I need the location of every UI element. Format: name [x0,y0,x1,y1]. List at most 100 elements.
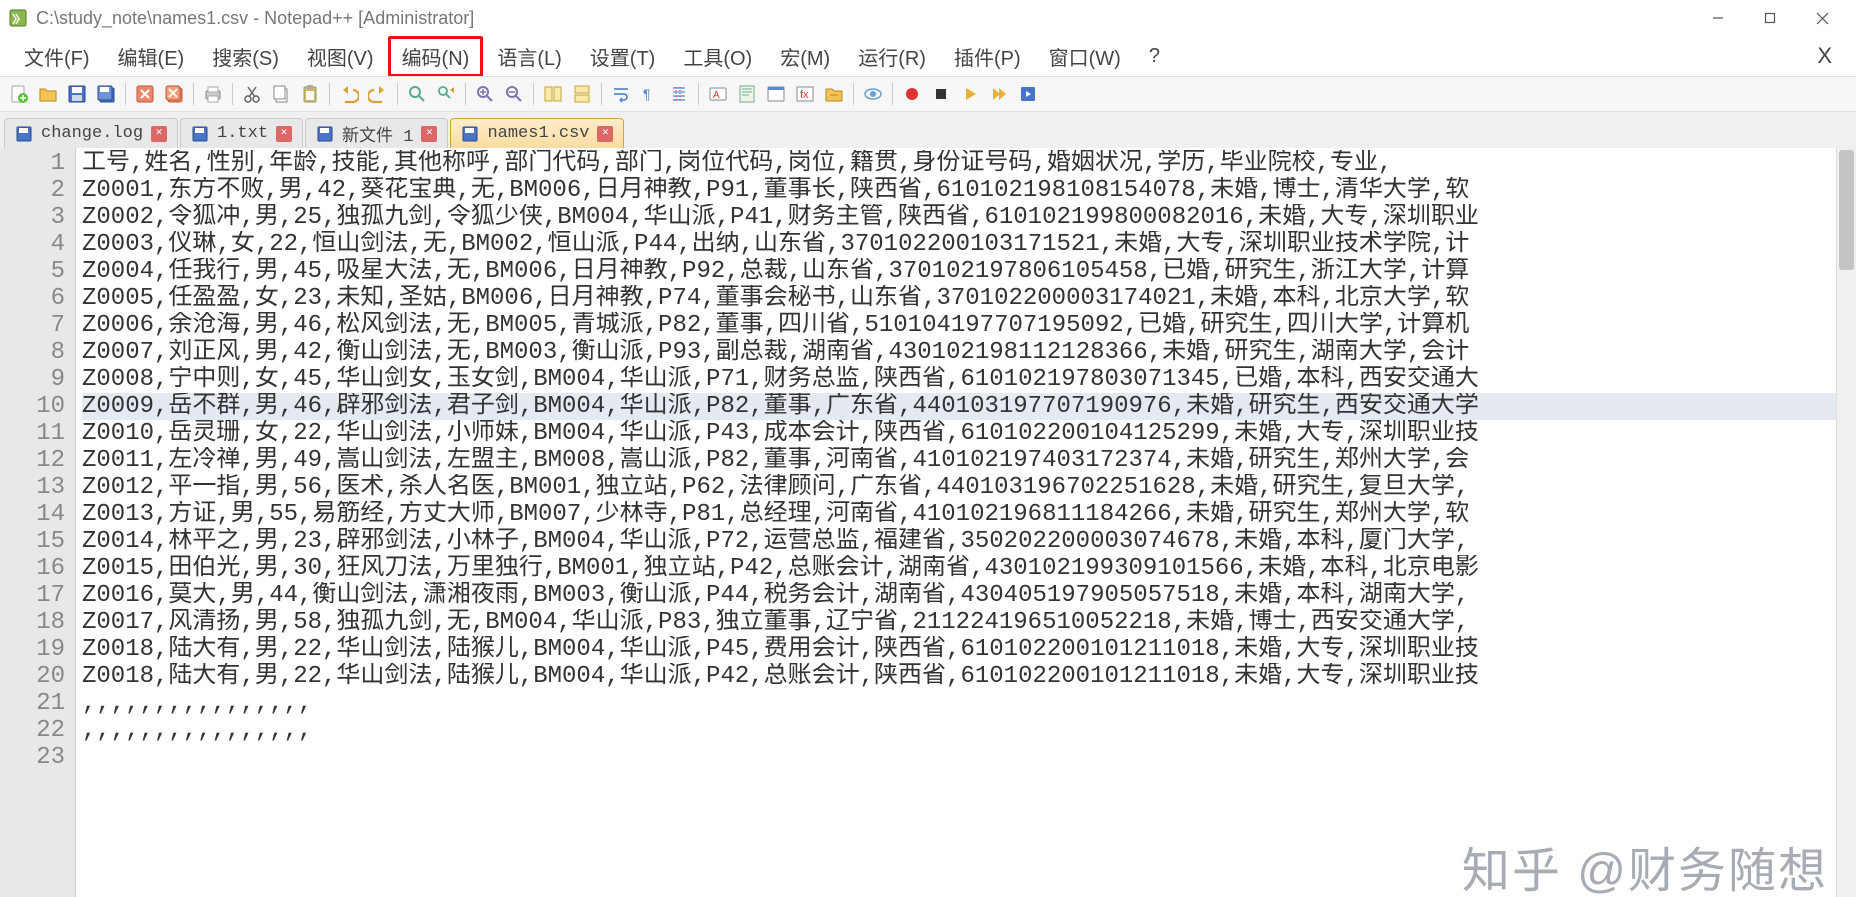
disk-icon [15,125,33,143]
code-line[interactable]: Z0018,陆大有,男,22,华山剑法,陆猴儿,BM004,华山派,P42,总账… [82,663,1856,690]
menu-window[interactable]: 窗口(W) [1035,36,1135,77]
code-line[interactable]: Z0014,林平之,男,23,辟邪剑法,小林子,BM004,华山派,P72,运营… [82,528,1856,555]
code-line[interactable]: 工号,姓名,性别,年龄,技能,其他称呼,部门代码,部门,岗位代码,岗位,籍贯,身… [82,150,1856,177]
monitor-button[interactable] [860,81,886,107]
disk-icon [191,125,209,143]
tab--1[interactable]: 新文件 1 ✕ [305,118,448,148]
title-bar[interactable]: C:\study_note\names1.csv - Notepad++ [Ad… [0,0,1856,36]
code-line[interactable]: Z0005,任盈盈,女,23,未知,圣姑,BM006,日月神教,P74,董事会秘… [82,285,1856,312]
disk-icon [461,125,479,143]
sync-v-button[interactable] [540,81,566,107]
paste-button[interactable] [297,81,323,107]
svg-text:fx: fx [800,89,809,101]
tab-label: 新文件 1 [342,121,413,147]
save-macro-button[interactable] [1015,81,1041,107]
zoom-in-button[interactable] [472,81,498,107]
sync-h-button[interactable] [569,81,595,107]
code-line[interactable]: Z0009,岳不群,男,46,辟邪剑法,君子剑,BM004,华山派,P82,董事… [82,393,1856,420]
svg-text:A: A [713,90,720,101]
code-line[interactable]: Z0006,余沧海,男,46,松风剑法,无,BM005,青城派,P82,董事,四… [82,312,1856,339]
disk-icon [316,125,334,143]
minimize-button[interactable] [1692,0,1744,36]
save-all-button[interactable] [93,81,119,107]
code-line[interactable]: ,,,,,,,,,,,,,,,, [82,717,1856,744]
stop-macro-button[interactable] [928,81,954,107]
tab-names1-csv[interactable]: names1.csv ✕ [450,118,624,148]
zoom-out-button[interactable] [501,81,527,107]
code-line[interactable]: Z0016,莫大,男,44,衡山剑法,潇湘夜雨,BM003,衡山派,P44,税务… [82,582,1856,609]
close-file-button[interactable] [132,81,158,107]
tab-label: change.log [41,124,143,143]
scrollbar-thumb[interactable] [1839,150,1854,270]
code-line[interactable]: Z0010,岳灵珊,女,22,华山剑法,小师妹,BM004,华山派,P43,成本… [82,420,1856,447]
find-button[interactable] [404,81,430,107]
menu-view[interactable]: 视图(V) [293,36,388,77]
tab-bar: change.log ✕ 1.txt ✕ 新文件 1 ✕ names1.csv ✕ [0,112,1856,148]
menu-search[interactable]: 搜索(S) [198,36,293,77]
close-button[interactable] [1796,0,1848,36]
vertical-scrollbar[interactable] [1836,148,1856,897]
tab-close-icon[interactable]: ✕ [597,126,613,142]
func-list-button[interactable]: fx [792,81,818,107]
play-multi-button[interactable] [986,81,1012,107]
code-line[interactable]: Z0018,陆大有,男,22,华山剑法,陆猴儿,BM004,华山派,P45,费用… [82,636,1856,663]
doc-map-button[interactable] [734,81,760,107]
code-line[interactable]: Z0004,任我行,男,45,吸星大法,无,BM006,日月神教,P92,总裁,… [82,258,1856,285]
code-line[interactable]: Z0001,东方不败,男,42,葵花宝典,无,BM006,日月神教,P91,董事… [82,177,1856,204]
menu-settings[interactable]: 设置(T) [576,36,670,77]
play-macro-button[interactable] [957,81,983,107]
code-line[interactable]: Z0013,方证,男,55,易筋经,方丈大师,BM007,少林寺,P81,总经理… [82,501,1856,528]
close-document-button[interactable]: X [1803,37,1846,75]
folder-workspace-button[interactable] [821,81,847,107]
cut-button[interactable] [239,81,265,107]
tab-label: 1.txt [217,124,268,143]
code-line[interactable] [82,744,1856,771]
window-title: C:\study_note\names1.csv - Notepad++ [Ad… [36,8,474,29]
close-all-button[interactable] [161,81,187,107]
tab-close-icon[interactable]: ✕ [151,126,167,142]
code-line[interactable]: Z0007,刘正风,男,42,衡山剑法,无,BM003,衡山派,P93,副总裁,… [82,339,1856,366]
record-macro-button[interactable] [899,81,925,107]
editor-area[interactable]: 1234567891011121314151617181920212223 工号… [0,148,1856,897]
tab-label: names1.csv [487,124,589,143]
undo-button[interactable] [336,81,362,107]
code-line[interactable]: ,,,,,,,,,,,,,,,, [82,690,1856,717]
menu-tools[interactable]: 工具(O) [669,36,766,77]
line-gutter: 1234567891011121314151617181920212223 [0,148,76,897]
code-line[interactable]: Z0011,左冷禅,男,49,嵩山剑法,左盟主,BM008,嵩山派,P82,董事… [82,447,1856,474]
menu-run[interactable]: 运行(R) [844,36,940,77]
tab-close-icon[interactable]: ✕ [276,126,292,142]
code-content[interactable]: 工号,姓名,性别,年龄,技能,其他称呼,部门代码,部门,岗位代码,岗位,籍贯,身… [76,148,1856,897]
copy-button[interactable] [268,81,294,107]
code-line[interactable]: Z0015,田伯光,男,30,狂风刀法,万里独行,BM001,独立站,P42,总… [82,555,1856,582]
tab-close-icon[interactable]: ✕ [421,126,437,142]
code-line[interactable]: Z0003,仪琳,女,22,恒山剑法,无,BM002,恒山派,P44,出纳,山东… [82,231,1856,258]
wordwrap-button[interactable] [608,81,634,107]
replace-button[interactable] [433,81,459,107]
code-line[interactable]: Z0012,平一指,男,56,医术,杀人名医,BM001,独立站,P62,法律顾… [82,474,1856,501]
redo-button[interactable] [365,81,391,107]
code-line[interactable]: Z0002,令狐冲,男,25,独孤九剑,令狐少侠,BM004,华山派,P41,财… [82,204,1856,231]
open-file-button[interactable] [35,81,61,107]
menu-help[interactable]: ? [1135,39,1174,74]
app-icon [8,8,28,28]
menu-file[interactable]: 文件(F) [10,36,104,77]
maximize-button[interactable] [1744,0,1796,36]
indent-guide-button[interactable] [666,81,692,107]
tab-1-txt[interactable]: 1.txt ✕ [180,118,303,148]
print-button[interactable] [200,81,226,107]
menu-encoding[interactable]: 编码(N) [388,36,484,77]
lang-icon[interactable]: A [705,81,731,107]
menu-plugins[interactable]: 插件(P) [940,36,1035,77]
menu-bar: 文件(F) 编辑(E) 搜索(S) 视图(V) 编码(N) 语言(L) 设置(T… [0,36,1856,76]
code-line[interactable]: Z0008,宁中则,女,45,华山剑女,玉女剑,BM004,华山派,P71,财务… [82,366,1856,393]
doc-list-button[interactable] [763,81,789,107]
menu-language[interactable]: 语言(L) [483,36,575,77]
tab-change-log[interactable]: change.log ✕ [4,118,178,148]
menu-edit[interactable]: 编辑(E) [104,36,199,77]
save-button[interactable] [64,81,90,107]
code-line[interactable]: Z0017,风清扬,男,58,独孤九剑,无,BM004,华山派,P83,独立董事… [82,609,1856,636]
new-file-button[interactable] [6,81,32,107]
showall-button[interactable]: ¶ [637,81,663,107]
menu-macro[interactable]: 宏(M) [766,36,844,77]
